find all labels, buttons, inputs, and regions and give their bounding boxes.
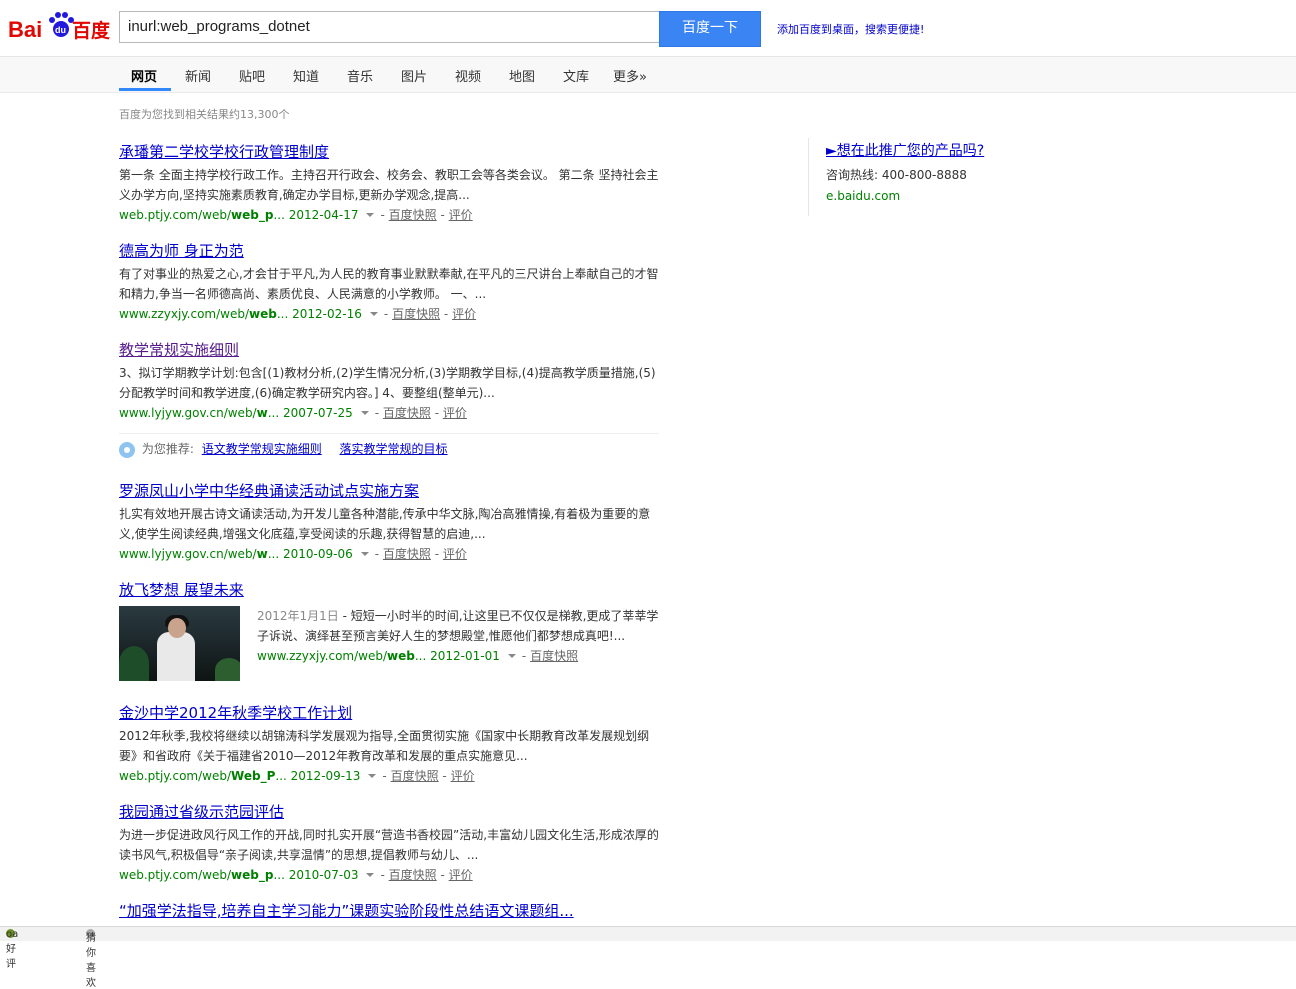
rate-link[interactable]: 评价: [443, 406, 467, 420]
rate-link[interactable]: 评价: [452, 307, 476, 321]
dropdown-caret-icon[interactable]: [366, 213, 375, 217]
rate-link[interactable]: 评价: [443, 547, 467, 561]
result-url-line: www.zzyxjy.com/web/web... 2012-02-16- 百度…: [119, 307, 477, 321]
snapshot-link[interactable]: 百度快照: [530, 649, 578, 663]
result-title-link[interactable]: 我园通过省级示范园评估: [119, 802, 659, 822]
snapshot-link[interactable]: 百度快照: [389, 868, 437, 882]
dropdown-caret-icon[interactable]: [360, 411, 369, 415]
search-result: “加强学法指导,培养自主学习能力”课题实验阶段性总结语文课题组...: [119, 901, 659, 925]
tab-bar: 网页 新闻 贴吧 知道 音乐 图片 视频 地图 文库 更多»: [0, 57, 1296, 93]
result-abstract: 扎实有效地开展古诗文诵读活动,为开发儿童各种潜能,传承中华文脉,陶冶高雅情操,有…: [119, 507, 651, 541]
tab-news[interactable]: 新闻: [185, 66, 211, 85]
recommend-link[interactable]: 语文教学常规实施细则: [202, 442, 322, 456]
search-result: 承璠第二学校学校行政管理制度 第一条 全面主持学校行政工作。主持召开行政会、校务…: [119, 142, 659, 225]
search-button[interactable]: 百度一下: [659, 11, 761, 47]
snapshot-link[interactable]: 百度快照: [383, 547, 431, 561]
result-url: web.ptjy.com/web/Web_P...: [119, 769, 287, 783]
svg-text:Bai: Bai: [8, 17, 42, 42]
result-title-link[interactable]: 德高为师 身正为范: [119, 241, 659, 261]
result-date: 2012-02-16: [292, 307, 362, 321]
sidebar-phone: 咨询热线: 400-800-8888: [826, 168, 967, 182]
result-url-line: www.lyjyw.gov.cn/web/w... 2007-07-25- 百度…: [119, 406, 467, 420]
dropdown-caret-icon[interactable]: [368, 774, 377, 778]
result-title-link[interactable]: “加强学法指导,培养自主学习能力”课题实验阶段性总结语文课题组...: [119, 901, 659, 921]
snapshot-link[interactable]: 百度快照: [389, 208, 437, 222]
tab-web[interactable]: 网页: [131, 66, 157, 85]
result-abstract: 2012年1月1日 - 短短一小时半的时间,让这里已不仅仅是梯教,更成了莘莘学子…: [257, 609, 659, 643]
recommend-label: 为您推荐:: [141, 442, 194, 456]
result-url: www.lyjyw.gov.cn/web/w...: [119, 406, 280, 420]
dropdown-caret-icon[interactable]: [369, 312, 378, 316]
search-result: 放飞梦想 展望未来 2012年1月1日 - 短短一小时半的时间,让这里已不仅仅是…: [119, 580, 659, 690]
dropdown-caret-icon[interactable]: [366, 873, 375, 877]
tab-images[interactable]: 图片: [401, 66, 427, 85]
result-date: 2012-09-13: [290, 769, 361, 783]
rate-link[interactable]: 评价: [449, 868, 473, 882]
result-url-line: www.zzyxjy.com/web/web... 2012-01-01- 百度…: [257, 649, 579, 663]
tab-tieba[interactable]: 贴吧: [239, 66, 265, 85]
result-abstract: 2012年秋季,我校将继续以胡锦涛科学发展观为指导,全面贯彻实施《国家中长期教育…: [119, 729, 650, 763]
recommend-link[interactable]: 落实教学常规的目标: [340, 442, 448, 456]
result-thumbnail[interactable]: [119, 606, 240, 681]
result-title-link[interactable]: 金沙中学2012年秋季学校工作计划: [119, 703, 659, 723]
search-result: 罗源凤山小学中华经典诵读活动试点实施方案 扎实有效地开展古诗文诵读活动,为开发儿…: [119, 481, 659, 564]
add-to-desktop-link[interactable]: 添加百度到桌面，搜索更便捷!: [777, 21, 924, 37]
result-date: 2012-01-01: [430, 649, 500, 663]
search-result: 我园通过省级示范园评估 为进一步促进政风行风工作的开战,同时扎实开展“营造书香校…: [119, 802, 659, 885]
baidu-logo[interactable]: Bai du 百度: [8, 8, 112, 44]
result-url-line: www.lyjyw.gov.cn/web/w... 2010-09-06- 百度…: [119, 547, 467, 561]
rate-link[interactable]: 评价: [451, 769, 475, 783]
promote-link[interactable]: ►想在此推广您的产品吗?: [826, 143, 984, 159]
tab-zhidao[interactable]: 知道: [293, 66, 319, 85]
rate-link[interactable]: 评价: [449, 208, 473, 222]
tab-more[interactable]: 更多»: [613, 66, 647, 85]
snapshot-link[interactable]: 百度快照: [383, 406, 431, 420]
tab-wenku[interactable]: 文库: [563, 66, 589, 85]
snapshot-link[interactable]: 百度快照: [392, 307, 440, 321]
result-url-line: web.ptjy.com/web/web_p... 2012-04-17- 百度…: [119, 208, 473, 222]
result-abstract: 第一条 全面主持学校行政工作。主持召开行政会、校务会、教职工会等各类会议。 第二…: [119, 168, 659, 202]
result-title-link[interactable]: 罗源凤山小学中华经典诵读活动试点实施方案: [119, 481, 659, 501]
search-input[interactable]: [119, 11, 662, 43]
result-url-line: web.ptjy.com/web/web_p... 2010-07-03- 百度…: [119, 868, 473, 882]
dropdown-caret-icon[interactable]: [507, 654, 516, 658]
sidebar-url[interactable]: e.baidu.com: [826, 189, 984, 203]
bottom-bar: oa好评 猜你喜欢: [0, 926, 1296, 989]
result-url: www.zzyxjy.com/web/web...: [119, 307, 289, 321]
result-title-link[interactable]: 承璠第二学校学校行政管理制度: [119, 142, 659, 162]
result-url: web.ptjy.com/web/web_p...: [119, 868, 285, 882]
result-url: web.ptjy.com/web/web_p...: [119, 208, 285, 222]
svg-text:百度: 百度: [72, 19, 111, 42]
snapshot-link[interactable]: 百度快照: [391, 769, 439, 783]
result-date: 2010-07-03: [288, 868, 359, 882]
active-tab-indicator: [119, 88, 171, 91]
sidebar-divider: [808, 138, 809, 216]
result-title-link[interactable]: 放飞梦想 展望未来: [119, 580, 659, 600]
result-date: 2007-07-25: [282, 406, 353, 420]
sidebar-ad: ►想在此推广您的产品吗? 咨询热线: 400-800-8888 e.baidu.…: [826, 140, 984, 203]
result-title-link[interactable]: 教学常规实施细则: [119, 340, 659, 360]
recommend-bar: 为您推荐: 语文教学常规实施细则 落实教学常规的目标: [119, 433, 659, 458]
result-url: www.lyjyw.gov.cn/web/w...: [119, 547, 280, 561]
search-result: 教学常规实施细则 3、拟订学期教学计划:包含[(1)教材分析,(2)学生情况分析…: [119, 340, 659, 423]
search-result: 金沙中学2012年秋季学校工作计划 2012年秋季,我校将继续以胡锦涛科学发展观…: [119, 703, 659, 786]
result-url-line: web.ptjy.com/web/Web_P... 2012-09-13- 百度…: [119, 769, 475, 783]
result-count: 百度为您找到相关结果约13,300个: [119, 108, 290, 121]
result-url: www.zzyxjy.com/web/web...: [257, 649, 427, 663]
tab-map[interactable]: 地图: [509, 66, 535, 85]
dropdown-caret-icon[interactable]: [360, 552, 369, 556]
search-result: 德高为师 身正为范 有了对事业的热爱之心,才会甘于平凡,为人民的教育事业默默奉献…: [119, 241, 659, 324]
svg-text:du: du: [55, 25, 66, 35]
result-abstract: 为进一步促进政风行风工作的开战,同时扎实开展“营造书香校园”活动,丰富幼儿园文化…: [119, 828, 659, 862]
tab-video[interactable]: 视频: [455, 66, 481, 85]
header: Bai du 百度 百度一下 添加百度到桌面，搜索更便捷!: [0, 0, 1296, 57]
recommend-icon: [119, 441, 135, 458]
result-date: 2010-09-06: [282, 547, 353, 561]
result-abstract: 3、拟订学期教学计划:包含[(1)教材分析,(2)学生情况分析,(3)学期教学目…: [119, 366, 656, 400]
result-abstract: 有了对事业的热爱之心,才会甘于平凡,为人民的教育事业默默奉献,在平凡的三尺讲台上…: [119, 267, 659, 301]
tab-music[interactable]: 音乐: [347, 66, 373, 85]
result-date: 2012-04-17: [288, 208, 359, 222]
